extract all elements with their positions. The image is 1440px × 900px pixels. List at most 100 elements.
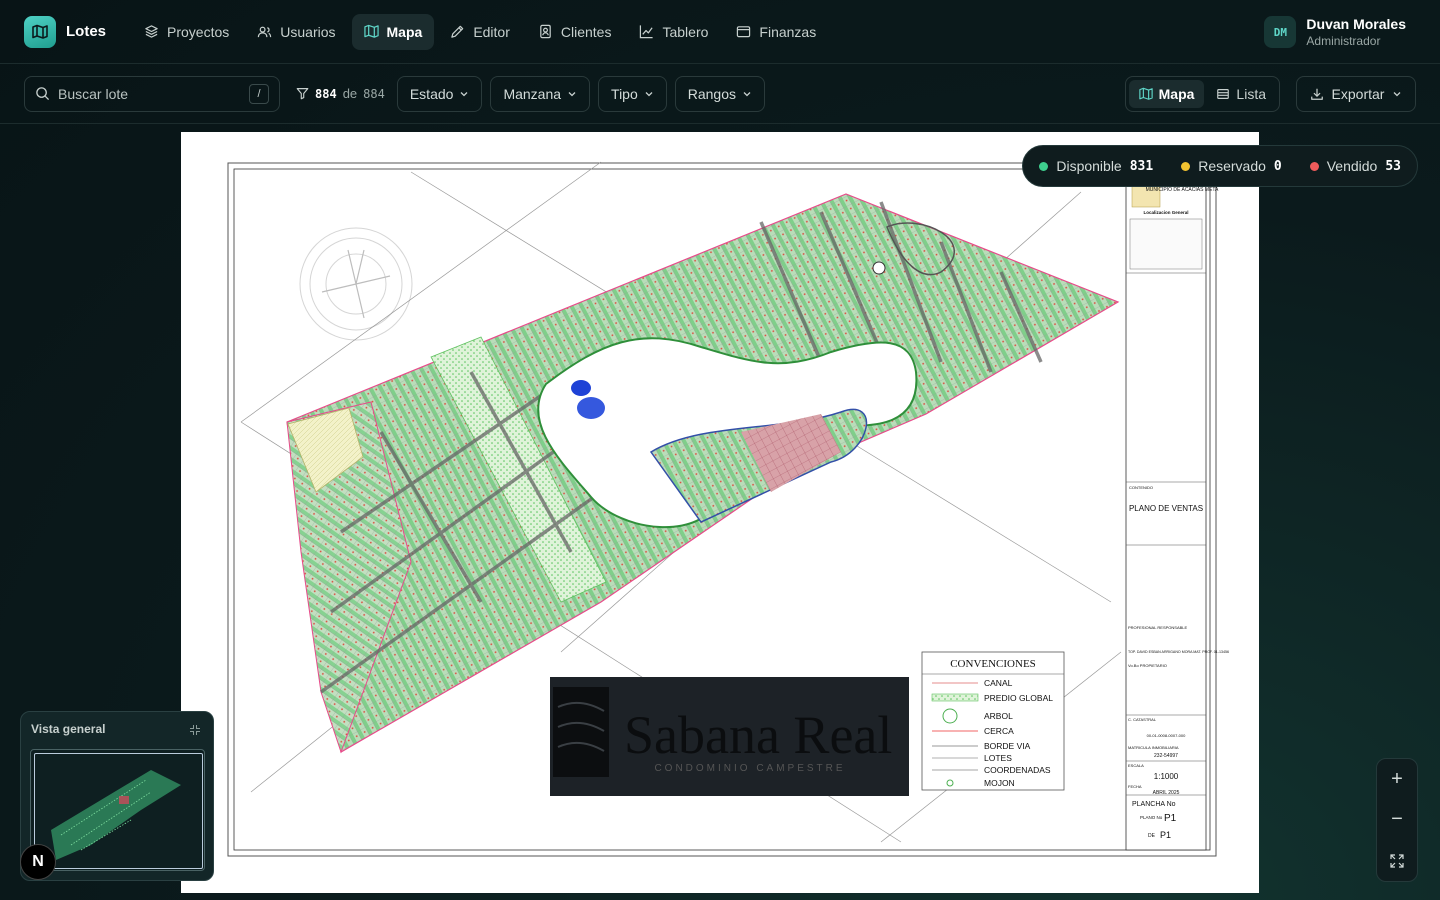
zoom-out-button[interactable]: − xyxy=(1381,804,1413,836)
propietario-label: Vo.Bo PROPIETARIO xyxy=(1128,663,1167,668)
collapse-icon[interactable] xyxy=(189,724,201,736)
view-map-button[interactable]: Mapa xyxy=(1128,80,1205,108)
conv-item: ARBOL xyxy=(984,711,1013,721)
conv-item: PREDIO GLOBAL xyxy=(984,693,1053,703)
map-icon xyxy=(363,24,379,38)
search-icon xyxy=(36,87,50,101)
user-menu[interactable]: DM Duvan Morales Administrador xyxy=(1264,16,1406,48)
view-toggle: Mapa Lista xyxy=(1124,76,1280,112)
export-button[interactable]: Exportar xyxy=(1296,76,1416,112)
conv-item: BORDE VIA xyxy=(984,741,1031,751)
dropdown-label: Tipo xyxy=(611,85,638,102)
contact-icon xyxy=(540,24,551,39)
status-legend: Disponible 831 Reservado 0 Vendido 53 xyxy=(1022,145,1418,187)
conv-item: CERCA xyxy=(984,726,1014,736)
status-dot xyxy=(1039,161,1049,171)
nav-label: Clientes xyxy=(560,23,612,40)
nav-label: Mapa xyxy=(386,23,423,40)
estado-dropdown[interactable]: Estado xyxy=(396,75,483,112)
nav-item-finanzas[interactable]: Finanzas xyxy=(724,14,828,50)
nav-item-editor[interactable]: Editor xyxy=(438,14,522,50)
shortcut-key: / xyxy=(249,83,269,104)
count-sep: de xyxy=(342,86,358,101)
escala-label: ESCALA xyxy=(1128,763,1144,768)
manzana-dropdown[interactable]: Manzana xyxy=(490,75,591,112)
nav-item-proyectos[interactable]: Proyectos xyxy=(132,14,241,50)
status-disponible[interactable]: Disponible 831 xyxy=(1039,158,1153,174)
layers-icon xyxy=(145,25,158,38)
site-plan: CONVENCIONES CANAL PREDIO GLOBAL ARBOL C… xyxy=(227,161,1229,857)
conv-item: CANAL xyxy=(984,678,1013,688)
municipio-text: MUNICIPIO DE ACACIAS META xyxy=(1146,187,1219,193)
filter-bar: / 884 de 884 Estado Manzana Tipo Rangos … xyxy=(0,64,1440,124)
chevron-down-icon xyxy=(568,91,576,96)
dropdown-label: Estado xyxy=(409,85,454,102)
profesional-name: TOP. DAVID ESBAN ARRIGANO MORA MAT. PROF… xyxy=(1128,650,1229,654)
matricula-value: 232-54997 xyxy=(1154,753,1178,759)
conventions-legend: CONVENCIONES CANAL PREDIO GLOBAL ARBOL C… xyxy=(921,651,1065,791)
lot-count: 884 de 884 xyxy=(296,86,385,101)
wallet-icon xyxy=(737,26,751,38)
conv-item: LOTES xyxy=(984,753,1012,763)
zoom-in-button[interactable]: + xyxy=(1381,763,1413,795)
nav-label: Editor xyxy=(473,23,510,40)
view-list-label: Lista xyxy=(1236,86,1266,102)
user-role: Administrador xyxy=(1306,34,1381,48)
view-list-button[interactable]: Lista xyxy=(1206,80,1276,108)
brand[interactable]: Lotes xyxy=(24,15,107,48)
matricula-label: MATRICULA INMOBILIARIA xyxy=(1128,745,1179,750)
count-shown: 884 xyxy=(315,86,337,101)
profesional-label: PROFESIONAL RESPONSABLE xyxy=(1128,625,1188,630)
user-name: Duvan Morales xyxy=(1306,16,1406,32)
localizacion-text: Localizacion General xyxy=(1143,210,1188,215)
plan-title: PLANO DE VENTAS xyxy=(1129,504,1203,513)
status-count: 53 xyxy=(1385,158,1401,174)
nav-item-tablero[interactable]: Tablero xyxy=(627,14,720,50)
status-reservado[interactable]: Reservado 0 xyxy=(1181,158,1282,174)
brand-name: Lotes xyxy=(66,23,107,40)
catastral-label: C. CATASTRAL xyxy=(1128,717,1157,722)
chevron-down-icon xyxy=(743,91,751,96)
avatar: DM xyxy=(1264,16,1297,48)
nav-label: Tablero xyxy=(662,23,709,40)
rangos-dropdown[interactable]: Rangos xyxy=(674,75,766,112)
logo-title: Sabana Real xyxy=(624,705,892,765)
status-dot xyxy=(1309,161,1319,171)
nav-item-usuarios[interactable]: Usuarios xyxy=(245,14,347,50)
nav-item-clientes[interactable]: Clientes xyxy=(526,14,624,50)
map-canvas[interactable]: CONVENCIONES CANAL PREDIO GLOBAL ARBOL C… xyxy=(181,132,1259,893)
tipo-dropdown[interactable]: Tipo xyxy=(598,75,667,112)
filter-icon xyxy=(296,88,309,100)
compass-rose xyxy=(299,227,413,341)
view-map-label: Mapa xyxy=(1158,86,1195,102)
logo-subtitle: CONDOMINIO CAMPESTRE xyxy=(654,763,845,774)
search-input[interactable] xyxy=(58,85,241,102)
chevron-down-icon xyxy=(645,91,653,96)
overview-title: Vista general xyxy=(31,722,106,736)
plano-value: P1 xyxy=(1164,813,1177,824)
plano-label: PLANO No xyxy=(1140,815,1163,820)
conv-item: MOJON xyxy=(984,778,1015,788)
contenido-label: CONTENIDO xyxy=(1129,485,1153,490)
status-vendido[interactable]: Vendido 53 xyxy=(1309,158,1401,174)
download-icon xyxy=(1310,88,1323,100)
conv-item: COORDENADAS xyxy=(984,765,1051,775)
zoom-controls: + − xyxy=(1376,758,1418,882)
status-label: Vendido xyxy=(1326,158,1378,174)
overview-minimap[interactable] xyxy=(30,749,205,871)
map-icon xyxy=(1138,87,1153,100)
escala-value: 1:1000 xyxy=(1154,772,1179,781)
de-label: DE xyxy=(1148,833,1156,839)
expand-icon xyxy=(1390,854,1404,868)
de-value: P1 xyxy=(1160,830,1171,840)
dropdown-label: Rangos xyxy=(687,85,737,102)
fit-view-button[interactable] xyxy=(1381,845,1413,877)
plancha-label: PLANCHA No xyxy=(1132,801,1176,808)
viewport-frame[interactable] xyxy=(34,753,203,869)
conventions-title: CONVENCIONES xyxy=(950,658,1036,670)
nav-item-mapa[interactable]: Mapa xyxy=(351,13,435,50)
app-badge[interactable]: N xyxy=(20,844,56,880)
title-block: MUNICIPIO DE ACACIAS META Localizacion G… xyxy=(1125,168,1229,851)
status-label: Disponible xyxy=(1056,158,1122,174)
status-label: Reservado xyxy=(1198,158,1266,174)
